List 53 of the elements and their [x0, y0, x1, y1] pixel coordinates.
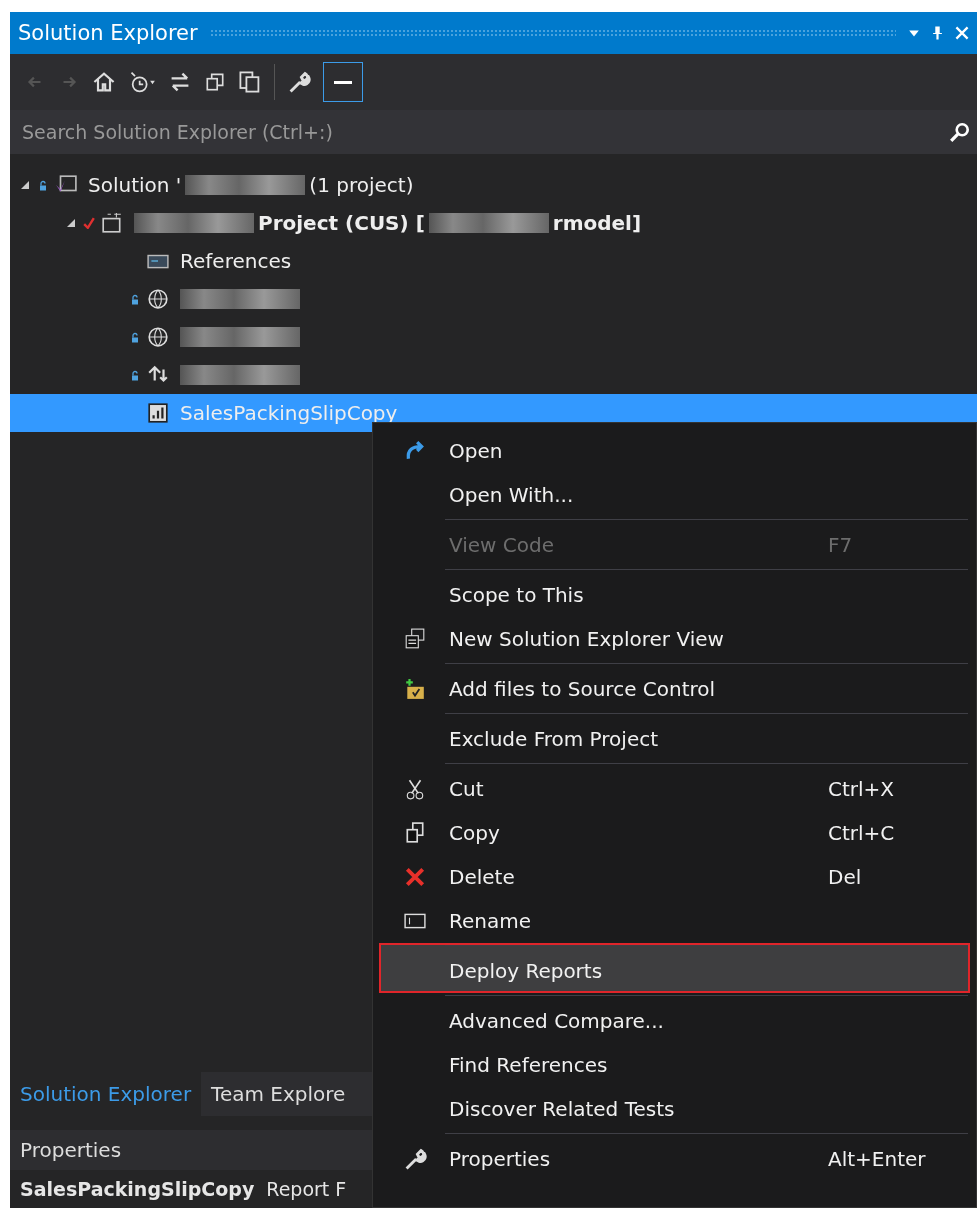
rename-field-icon: [404, 913, 426, 929]
copy-pages-icon[interactable]: [238, 70, 262, 94]
search-input[interactable]: Search Solution Explorer (Ctrl+:): [20, 120, 949, 144]
menu-item[interactable]: Exclude From Project: [379, 711, 970, 761]
expanded-triangle-icon[interactable]: [20, 180, 30, 190]
menu-item[interactable]: Open With...: [379, 473, 970, 517]
tree-item[interactable]: Solution ' (1 project): [10, 166, 977, 204]
menu-item[interactable]: Add files to Source Control: [379, 661, 970, 711]
window-title: Solution Explorer: [18, 21, 198, 45]
collapse-all-icon[interactable]: [204, 71, 226, 93]
menu-item[interactable]: Properties Alt+Enter: [379, 1131, 970, 1181]
menu-item[interactable]: Discover Related Tests: [379, 1087, 970, 1131]
tree-item-label: Project (CUS) [: [258, 211, 425, 235]
search-field[interactable]: Search Solution Explorer (Ctrl+:): [10, 110, 977, 154]
menu-item[interactable]: New Solution Explorer View: [379, 617, 970, 661]
tree-item-label: References: [180, 249, 292, 273]
object-type: Report F: [266, 1178, 347, 1200]
search-icon: [949, 121, 971, 143]
pin-icon[interactable]: [932, 25, 943, 41]
menu-item[interactable]: Scope to This: [379, 567, 970, 617]
tree-item-label: Solution ': [88, 173, 182, 197]
wrench-icon: [403, 1147, 427, 1171]
folder-plus-icon: [404, 678, 426, 700]
menu-item[interactable]: Cut Ctrl+X: [379, 761, 970, 811]
tree-item-label: (1 project): [309, 173, 414, 197]
delete-icon: [404, 866, 426, 888]
close-icon[interactable]: [955, 26, 969, 40]
scissors-icon: [404, 778, 426, 800]
report-icon: [146, 402, 170, 424]
globe-icon: [146, 326, 170, 348]
preview-toggle-button[interactable]: [323, 62, 363, 102]
menu-item[interactable]: Advanced Compare...: [379, 993, 970, 1043]
tree-item[interactable]: References: [10, 242, 977, 280]
properties-title: Properties: [20, 1138, 122, 1162]
tree-item-label: SalesPackingSlipCopy: [180, 401, 398, 425]
object-name: SalesPackingSlipCopy: [20, 1178, 255, 1200]
tree-item[interactable]: Project (CUS) [ rmodel]: [10, 204, 977, 242]
panel-tab[interactable]: Solution Explorer: [10, 1072, 202, 1116]
menu-item[interactable]: Copy Ctrl+C: [379, 811, 970, 855]
wrench-icon[interactable]: [287, 70, 311, 94]
copy-icon: [404, 822, 426, 844]
tree-item-label: rmodel]: [552, 211, 642, 235]
menu-item[interactable]: Open: [379, 429, 970, 473]
menu-item[interactable]: Find References: [379, 1043, 970, 1087]
expanded-triangle-icon[interactable]: [66, 218, 76, 228]
menu-item[interactable]: Deploy Reports: [379, 943, 970, 993]
menu-item[interactable]: Delete Del: [379, 855, 970, 899]
home-icon[interactable]: [92, 70, 116, 94]
history-clock-icon[interactable]: [128, 70, 156, 94]
project-icon: [100, 212, 124, 234]
menu-item[interactable]: Rename: [379, 899, 970, 943]
globe-icon: [146, 288, 170, 310]
windows-icon: [404, 628, 426, 650]
